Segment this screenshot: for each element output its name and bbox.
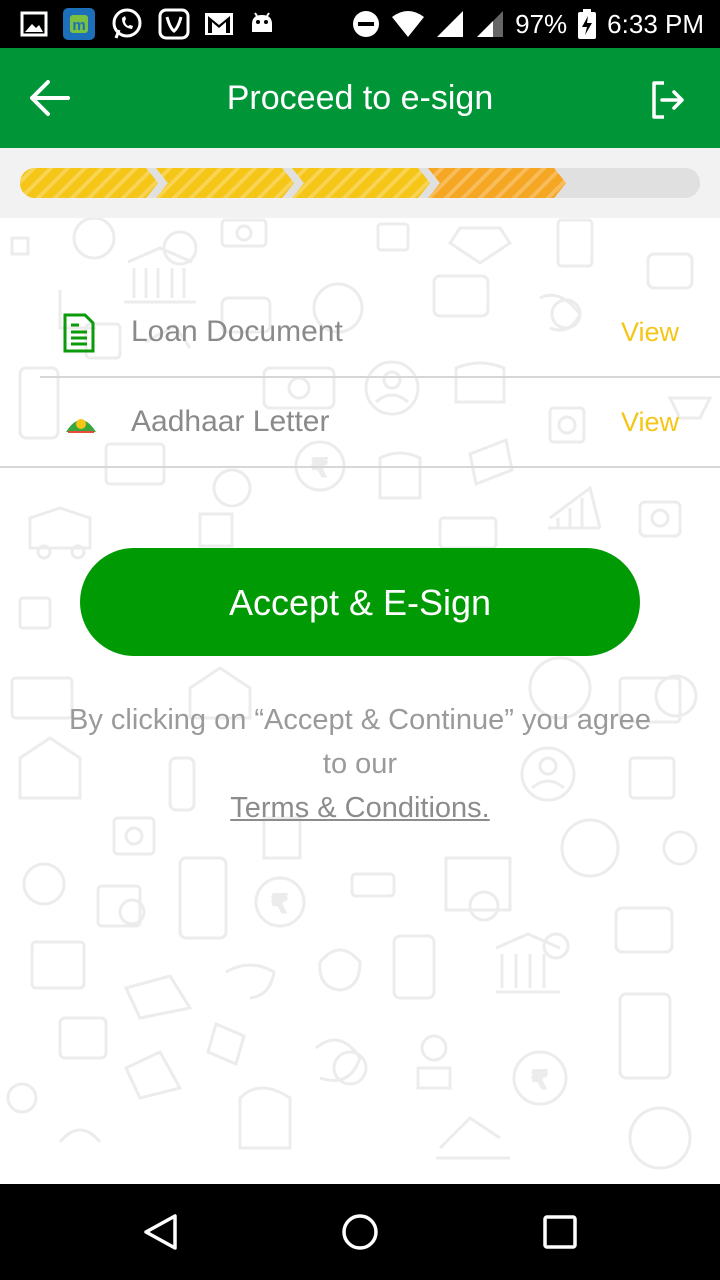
clock: 6:33 PM xyxy=(607,8,704,39)
do-not-disturb-icon xyxy=(353,11,380,37)
home-nav-icon[interactable] xyxy=(340,1212,380,1252)
content-area: ₹ ₹ ₹ Loan Document View Aadhaar Letter … xyxy=(0,218,720,1184)
recents-nav-icon[interactable] xyxy=(542,1214,578,1250)
progress-section xyxy=(0,148,720,218)
signal-icon xyxy=(437,11,464,37)
logout-button[interactable] xyxy=(650,80,686,120)
whatsapp-icon xyxy=(112,8,142,39)
logout-icon xyxy=(652,81,684,119)
saavn-icon xyxy=(158,8,190,40)
aadhaar-emblem-icon xyxy=(66,419,96,433)
battery-percent: 97% xyxy=(515,8,568,39)
back-button[interactable] xyxy=(24,76,76,120)
divider xyxy=(0,466,720,468)
svg-text:₹: ₹ xyxy=(272,891,287,918)
document-label: Aadhaar Letter xyxy=(131,405,330,438)
wifi-icon xyxy=(392,11,425,37)
consent-text: By clicking on “Accept & Continue” you a… xyxy=(60,698,660,830)
battery-charging-icon xyxy=(578,9,597,39)
m-app-icon: m xyxy=(63,8,95,40)
document-label: Loan Document xyxy=(131,315,343,348)
progress-step xyxy=(292,168,430,198)
svg-text:₹: ₹ xyxy=(532,1067,547,1094)
progress-step xyxy=(156,168,294,198)
app-bar: Proceed to e-sign xyxy=(0,48,720,148)
view-link[interactable]: View xyxy=(621,378,679,466)
progress-step xyxy=(428,168,566,198)
back-nav-icon[interactable] xyxy=(140,1212,180,1252)
signal-2-icon xyxy=(477,11,504,37)
arrow-left-icon xyxy=(30,80,70,116)
gallery-icon xyxy=(20,11,48,37)
document-icon xyxy=(63,313,95,353)
svg-text:m: m xyxy=(72,17,85,34)
page-title: Proceed to e-sign xyxy=(226,79,494,117)
progress-step xyxy=(20,168,158,198)
consent-message: By clicking on “Accept & Continue” you a… xyxy=(69,704,651,780)
android-icon xyxy=(252,12,272,32)
navigation-bar xyxy=(0,1184,720,1280)
system-icons: 97% 6:33 PM xyxy=(351,8,704,40)
view-link[interactable]: View xyxy=(621,288,679,376)
status-bar: m 97% 6:33 PM xyxy=(0,0,720,48)
accept-esign-button[interactable]: Accept & E-Sign xyxy=(80,548,640,656)
document-row-aadhaar[interactable]: Aadhaar Letter View xyxy=(0,378,720,466)
progress-step xyxy=(564,168,700,198)
progress-bar xyxy=(20,168,700,198)
notification-icons: m xyxy=(20,8,276,40)
gmail-icon xyxy=(205,13,233,35)
terms-link[interactable]: Terms & Conditions. xyxy=(230,786,490,830)
document-row-loan[interactable]: Loan Document View xyxy=(0,288,720,376)
